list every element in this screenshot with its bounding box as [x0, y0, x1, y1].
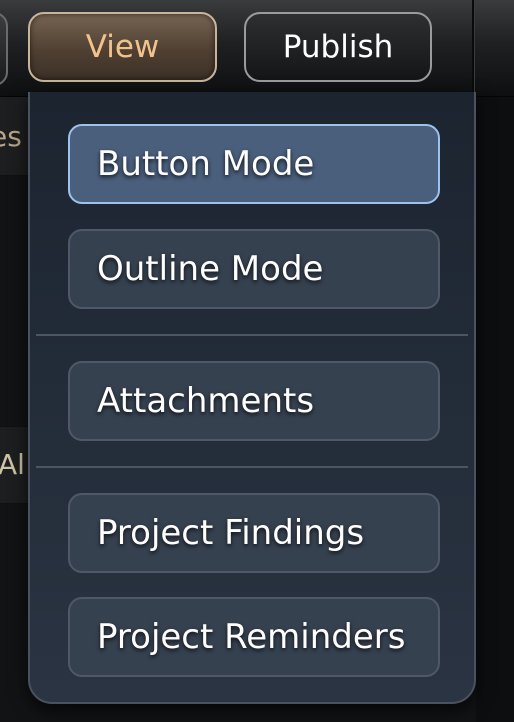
app-window: View Publish es Al Button Mode Outline M… [0, 0, 514, 722]
background-text-fragment: Al [0, 448, 25, 481]
menu-item-label: Outline Mode [97, 249, 324, 289]
view-menu-button[interactable]: View [28, 12, 217, 82]
menu-item-project-reminders[interactable]: Project Reminders [68, 597, 440, 677]
background-text-fragment: es [0, 120, 22, 153]
menu-item-label: Project Reminders [97, 617, 406, 657]
menu-item-attachments[interactable]: Attachments [68, 361, 440, 441]
top-toolbar: View Publish [0, 0, 514, 97]
toolbar-button-partial[interactable] [0, 12, 8, 86]
menu-item-project-findings[interactable]: Project Findings [68, 493, 440, 573]
publish-button[interactable]: Publish [244, 12, 432, 82]
publish-button-label: Publish [282, 29, 394, 65]
menu-separator [36, 334, 468, 336]
menu-item-outline-mode[interactable]: Outline Mode [68, 229, 440, 309]
view-button-label: View [85, 29, 160, 65]
toolbar-divider [472, 0, 474, 96]
menu-item-label: Button Mode [97, 144, 315, 184]
menu-item-button-mode[interactable]: Button Mode [68, 124, 440, 204]
background-right-edge [476, 97, 514, 722]
view-dropdown-menu: Button Mode Outline Mode Attachments Pro… [28, 92, 476, 704]
menu-separator [36, 466, 468, 468]
menu-item-label: Attachments [97, 381, 315, 421]
menu-item-label: Project Findings [97, 513, 365, 553]
